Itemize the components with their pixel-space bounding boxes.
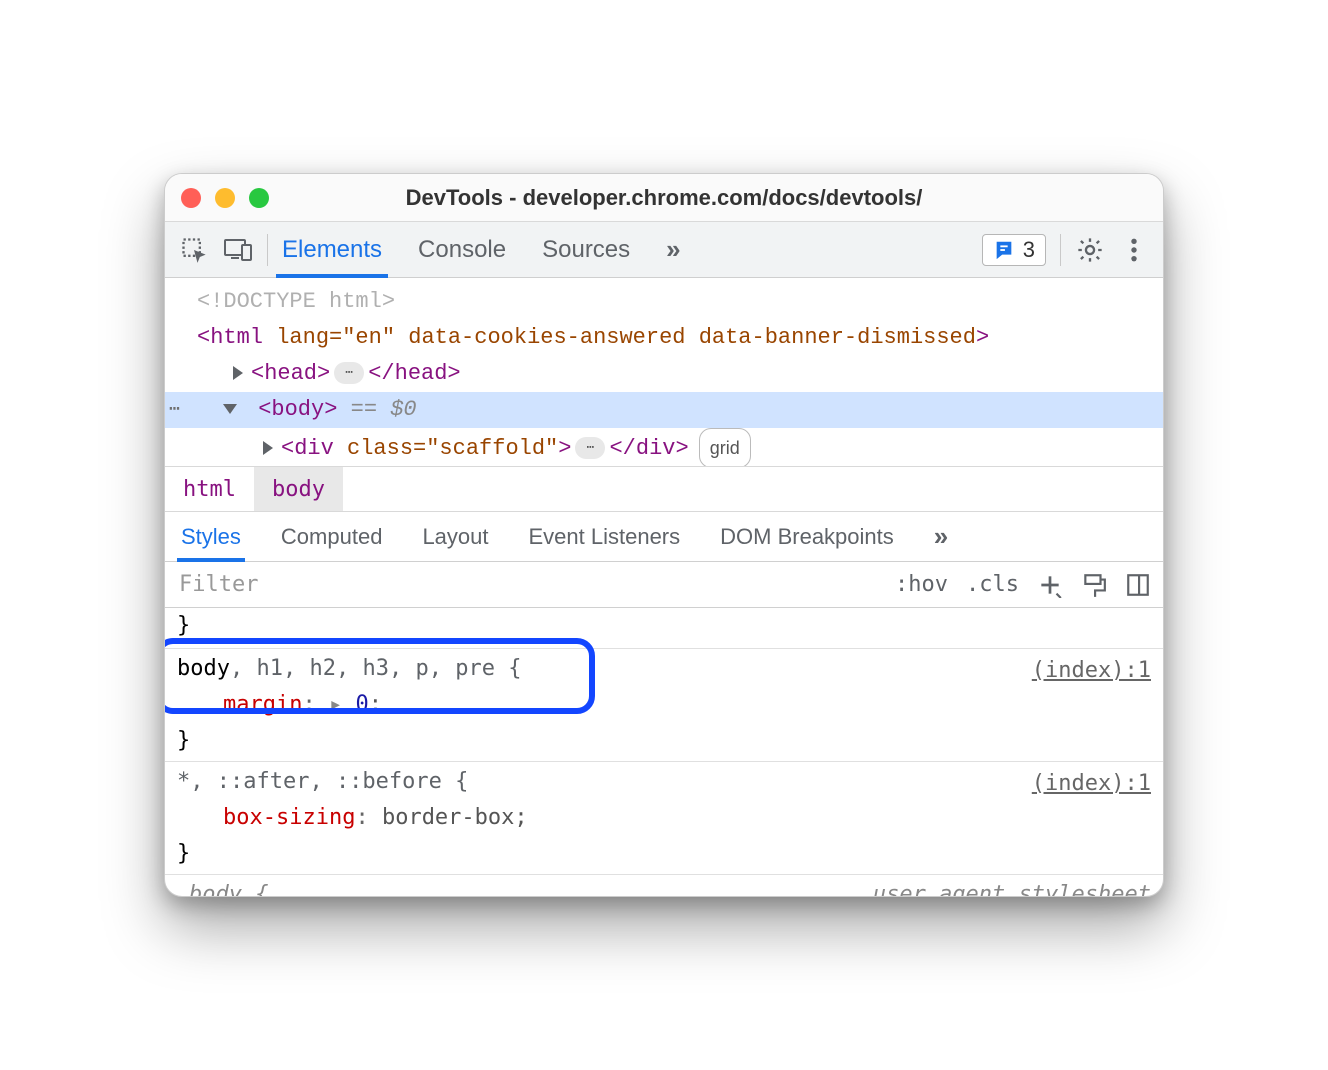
computed-panel-icon[interactable] <box>1125 572 1151 598</box>
breadcrumb: html body <box>165 466 1163 512</box>
expand-triangle-icon[interactable] <box>263 441 273 455</box>
source-link[interactable]: (index):1 <box>1032 766 1151 802</box>
toolbar-divider <box>1060 234 1061 266</box>
css-rule-body-group[interactable]: (index):1 body, h1, h2, h3, p, pre { mar… <box>165 649 1163 762</box>
grid-badge[interactable]: grid <box>699 428 751 466</box>
head-element-line[interactable]: <head>⋯</head> <box>165 356 1163 392</box>
devtools-window: DevTools - developer.chrome.com/docs/dev… <box>164 173 1164 897</box>
subtab-styles[interactable]: Styles <box>181 512 241 561</box>
styles-filter-input[interactable] <box>177 571 879 598</box>
rule-close-brace: } <box>177 836 1151 872</box>
kebab-menu-icon[interactable] <box>1119 235 1149 265</box>
selector-line[interactable]: body, h1, h2, h3, p, pre { <box>177 651 1151 687</box>
more-subtabs-button[interactable]: » <box>934 521 948 552</box>
css-declaration[interactable]: box-sizing: border-box; <box>177 800 1151 836</box>
selector-line[interactable]: *, ::after, ::before { <box>177 764 1151 800</box>
subtab-event-listeners[interactable]: Event Listeners <box>529 512 681 561</box>
css-declaration[interactable]: margin: ▸ 0; <box>177 687 1151 723</box>
window-title: DevTools - developer.chrome.com/docs/dev… <box>165 185 1163 211</box>
issues-icon <box>993 239 1015 261</box>
main-toolbar: Elements Console Sources » 3 <box>165 222 1163 278</box>
traffic-lights <box>181 188 269 208</box>
subtab-computed[interactable]: Computed <box>281 512 383 561</box>
ua-stylesheet-label: user agent stylesheet <box>873 877 1151 896</box>
maximize-window-button[interactable] <box>249 188 269 208</box>
panel-tabs: Elements Console Sources » <box>282 222 681 277</box>
collapsed-dots-icon[interactable]: ⋯ <box>334 362 364 384</box>
tab-elements[interactable]: Elements <box>282 222 382 277</box>
html-element-line[interactable]: <html lang="en" data-cookies-answered da… <box>165 320 1163 356</box>
tab-console[interactable]: Console <box>418 222 506 277</box>
styles-filter-bar: :hov .cls <box>165 562 1163 608</box>
close-window-button[interactable] <box>181 188 201 208</box>
body-element-line-selected[interactable]: ⋯ <body> == $0 <box>165 392 1163 428</box>
issues-count: 3 <box>1023 237 1035 263</box>
tab-sources[interactable]: Sources <box>542 222 630 277</box>
expand-triangle-icon[interactable] <box>233 366 243 380</box>
paint-format-icon[interactable] <box>1081 572 1107 598</box>
source-link[interactable]: (index):1 <box>1032 653 1151 689</box>
collapsed-dots-icon[interactable]: ⋯ <box>575 437 605 459</box>
subtab-dom-breakpoints[interactable]: DOM Breakpoints <box>720 512 894 561</box>
css-rule-universal[interactable]: (index):1 *, ::after, ::before { box-siz… <box>165 762 1163 875</box>
subtab-layout[interactable]: Layout <box>422 512 488 561</box>
breadcrumb-html[interactable]: html <box>165 467 254 511</box>
rule-close-brace[interactable]: } <box>165 608 1163 649</box>
inspect-element-icon[interactable] <box>179 235 209 265</box>
rule-close-brace: } <box>177 723 1151 759</box>
settings-icon[interactable] <box>1075 235 1105 265</box>
selection-dots-icon[interactable]: ⋯ <box>169 392 182 428</box>
toolbar-divider <box>267 234 268 266</box>
dom-tree[interactable]: <!DOCTYPE html> <html lang="en" data-coo… <box>165 278 1163 466</box>
titlebar: DevTools - developer.chrome.com/docs/dev… <box>165 174 1163 222</box>
doctype-line[interactable]: <!DOCTYPE html> <box>165 284 1163 320</box>
new-style-rule-icon[interactable] <box>1037 572 1063 598</box>
issues-badge[interactable]: 3 <box>982 234 1046 266</box>
styles-pane[interactable]: } (index):1 body, h1, h2, h3, p, pre { m… <box>165 608 1163 896</box>
device-toolbar-icon[interactable] <box>223 235 253 265</box>
minimize-window-button[interactable] <box>215 188 235 208</box>
hov-toggle[interactable]: :hov <box>895 572 948 597</box>
div-scaffold-line[interactable]: <div class="scaffold">⋯</div>grid <box>165 428 1163 466</box>
cls-toggle[interactable]: .cls <box>966 572 1019 597</box>
styles-subtabs: Styles Computed Layout Event Listeners D… <box>165 512 1163 562</box>
breadcrumb-body[interactable]: body <box>254 467 343 511</box>
more-tabs-button[interactable]: » <box>666 234 680 265</box>
css-rule-ua-body[interactable]: user agent stylesheet body { <box>165 875 1163 896</box>
collapse-triangle-icon[interactable] <box>223 404 237 414</box>
